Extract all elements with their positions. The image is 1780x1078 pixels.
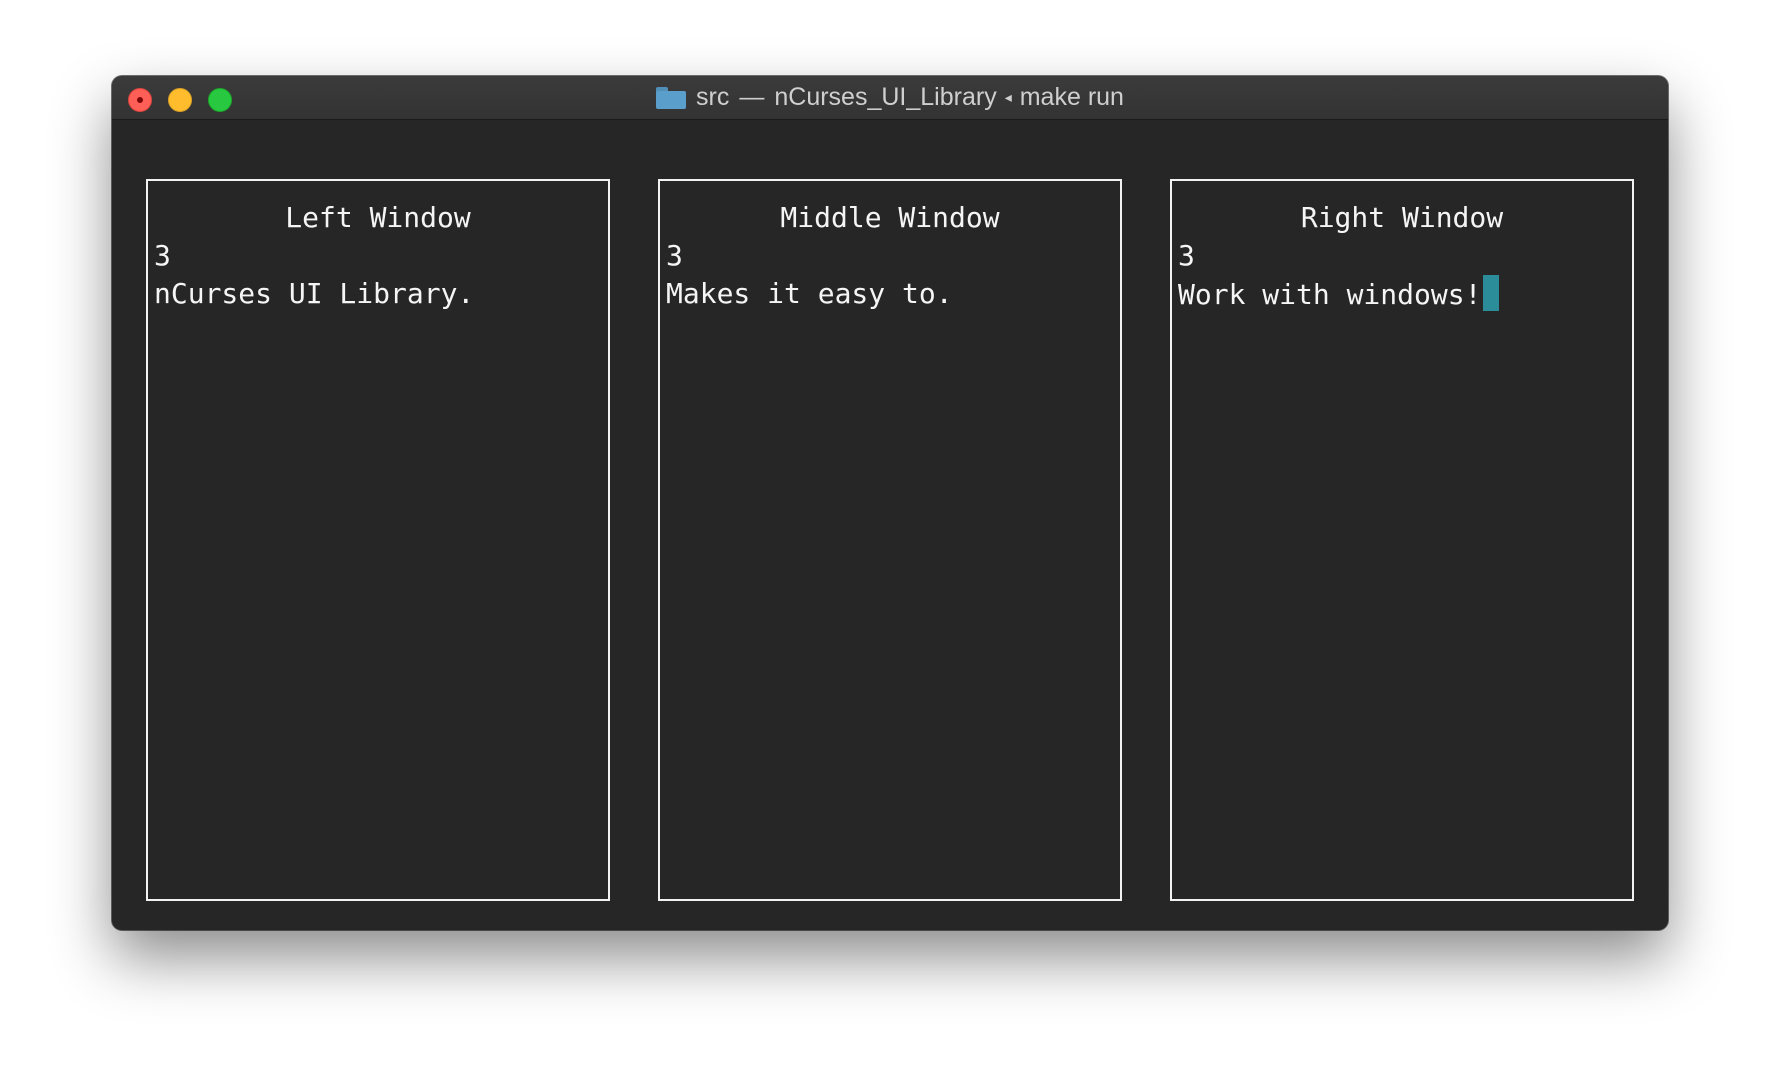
title-command: make run (1019, 83, 1124, 111)
middle-window-count: 3 (666, 239, 683, 272)
terminal-cursor (1483, 275, 1500, 311)
left-window-title: Left Window (285, 201, 471, 234)
title-caret-icon: ◂ (1004, 89, 1012, 105)
title-project: nCurses_UI_Library (774, 83, 997, 111)
left-window-message: nCurses UI Library. (154, 277, 475, 310)
terminal-content[interactable]: Left Window 3 nCurses UI Library. Middle… (112, 120, 1668, 930)
right-window-message: Work with windows! (1178, 278, 1482, 311)
folder-icon (656, 86, 687, 109)
left-window-count: 3 (154, 239, 171, 272)
title-folder: src (696, 83, 730, 111)
right-window-line: Work with windows! (1172, 275, 1632, 314)
title-bar[interactable]: src — nCurses_UI_Library ◂ make run (112, 76, 1668, 120)
terminal-app-window: src — nCurses_UI_Library ◂ make run Left… (112, 76, 1668, 930)
title-separator: — (739, 83, 765, 111)
window-title: src — nCurses_UI_Library ◂ make run (112, 76, 1668, 119)
right-window-title: Right Window (1300, 201, 1504, 234)
right-window-pane: Right Window 3 Work with windows! (1170, 179, 1634, 901)
right-window-count: 3 (1178, 239, 1195, 272)
left-window-pane: Left Window 3 nCurses UI Library. (146, 179, 610, 901)
middle-window-pane: Middle Window 3 Makes it easy to. (658, 179, 1122, 901)
middle-window-title: Middle Window (780, 201, 1000, 234)
middle-window-message: Makes it easy to. (666, 277, 953, 310)
